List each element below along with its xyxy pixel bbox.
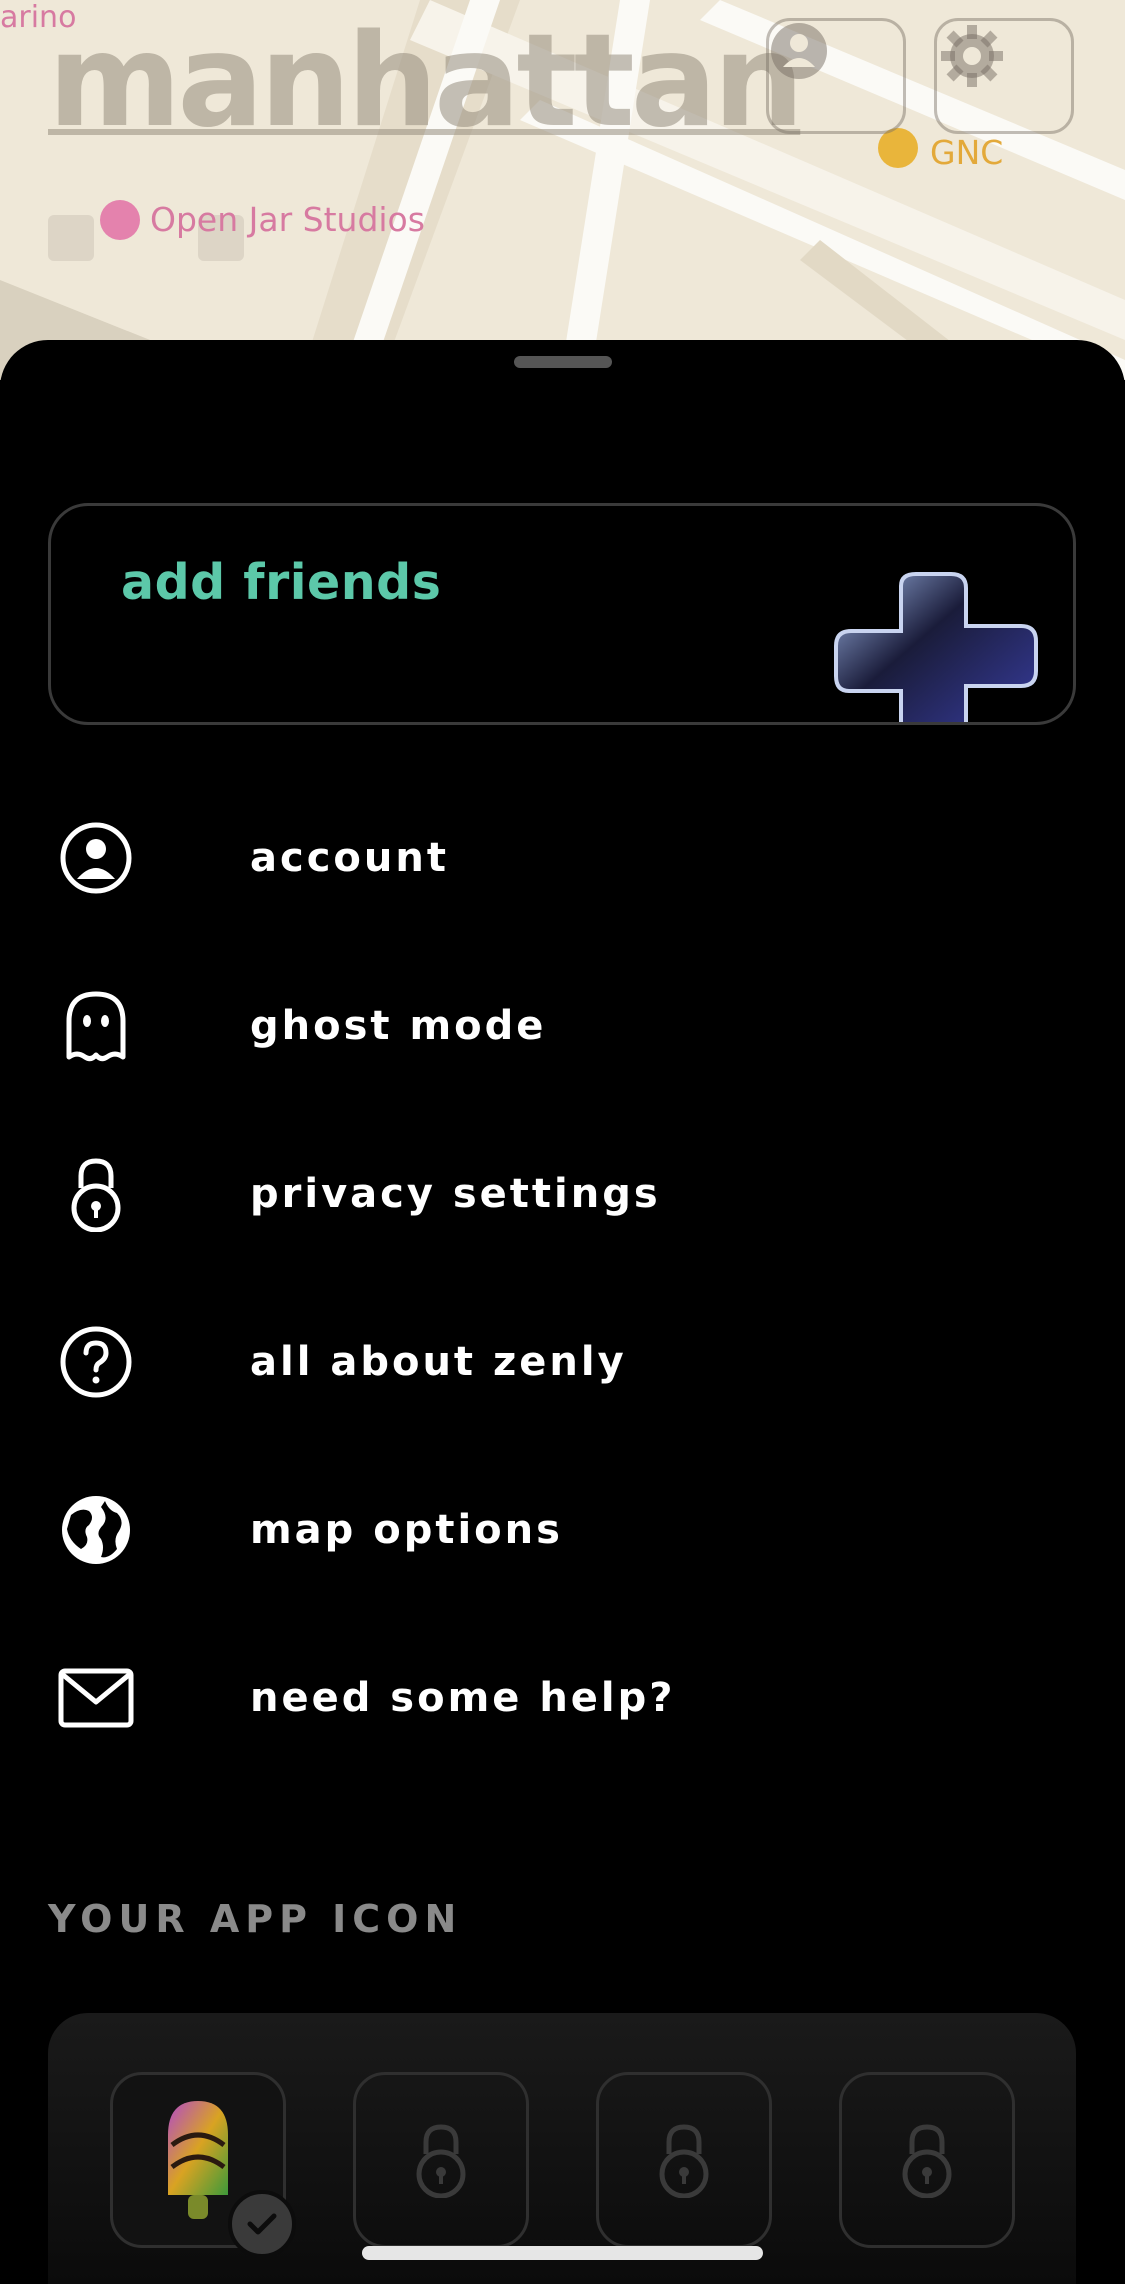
app-icon: [168, 2101, 228, 2219]
globe-icon: [58, 1492, 134, 1568]
ghost-icon: [58, 988, 134, 1064]
add-friends-button[interactable]: add friends: [48, 503, 1076, 725]
lock-icon: [58, 1156, 134, 1232]
home-indicator[interactable]: [362, 2246, 763, 2260]
menu-item-ghost-mode[interactable]: ghost mode: [58, 976, 1058, 1076]
app-icon-section-title: YOUR APP ICON: [48, 1897, 463, 1941]
menu-item-label: ghost mode: [250, 1003, 547, 1049]
menu-item-need-help[interactable]: need some help?: [58, 1648, 1058, 1748]
studio-pin-icon[interactable]: [100, 200, 140, 240]
menu-sheet: add friends account ghost mode privacy s…: [0, 340, 1125, 2284]
account-icon: [58, 820, 134, 896]
menu-item-label: privacy settings: [250, 1171, 661, 1217]
menu-item-label: all about zenly: [250, 1339, 627, 1385]
profile-button[interactable]: [766, 18, 906, 134]
app-icon-option-locked[interactable]: [596, 2072, 772, 2248]
menu-item-map-options[interactable]: map options: [58, 1480, 1058, 1580]
selected-check-icon: [228, 2190, 296, 2258]
map-place-label: arino: [0, 0, 77, 35]
map-place-label[interactable]: GNC: [930, 133, 1003, 172]
menu-item-label: map options: [250, 1507, 563, 1553]
person-icon: [771, 23, 827, 79]
menu-item-privacy-settings[interactable]: privacy settings: [58, 1144, 1058, 1244]
shop-pin-icon[interactable]: [878, 128, 918, 168]
menu-item-all-about-zenly[interactable]: all about zenly: [58, 1312, 1058, 1412]
menu-item-account[interactable]: account: [58, 808, 1058, 908]
city-label: manhattan: [48, 7, 804, 156]
mail-icon: [58, 1660, 134, 1736]
app-icon-option-locked[interactable]: [353, 2072, 529, 2248]
map-background[interactable]: manhattan arino Open Jar Studios GNC: [0, 0, 1125, 380]
app-icon-option-locked[interactable]: [839, 2072, 1015, 2248]
lock-icon: [902, 2124, 952, 2198]
map-marker: [48, 215, 94, 261]
lock-icon: [416, 2124, 466, 2198]
add-friends-label: add friends: [121, 554, 442, 611]
map-place-label[interactable]: Open Jar Studios: [150, 200, 425, 239]
lock-icon: [659, 2124, 709, 2198]
question-icon: [58, 1324, 134, 1400]
plus-3d-icon: [834, 572, 1038, 722]
sheet-grabber[interactable]: [514, 356, 612, 368]
menu-item-label: account: [250, 835, 449, 881]
settings-button[interactable]: [934, 18, 1074, 134]
gear-icon: [941, 25, 1003, 87]
menu-item-label: need some help?: [250, 1675, 676, 1721]
